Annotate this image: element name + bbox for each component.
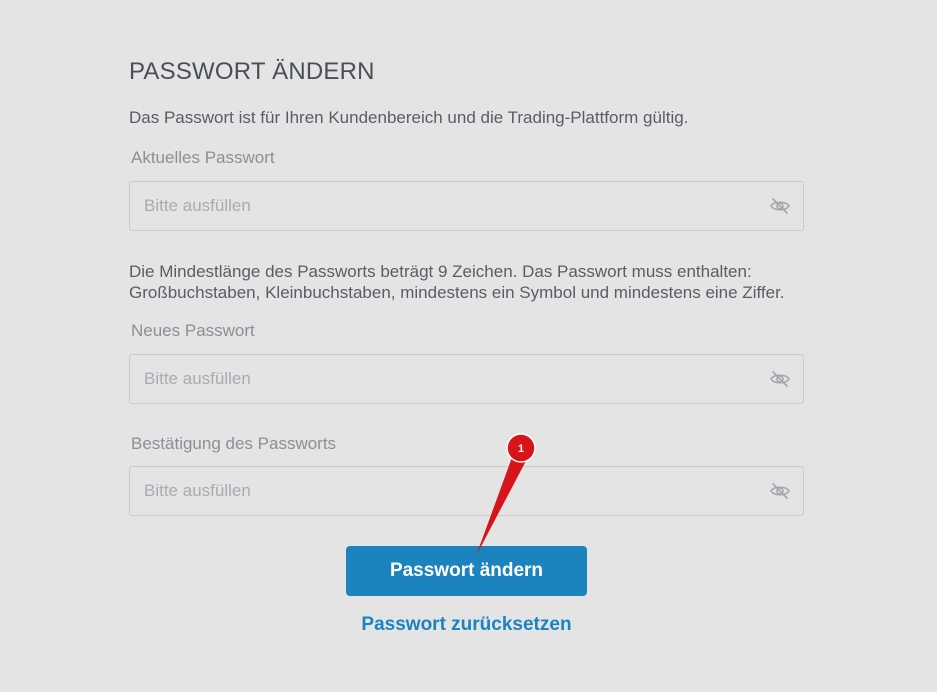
change-password-button[interactable]: Passwort ändern [346, 546, 587, 596]
intro-text: Das Passwort ist für Ihren Kundenbereich… [129, 108, 689, 127]
confirm-password-label: Bestätigung des Passworts [131, 434, 337, 453]
annotation-badge-number: 1 [518, 443, 524, 455]
page-title: PASSWORT ÄNDERN [129, 58, 375, 85]
new-password-input[interactable] [130, 355, 744, 403]
eye-off-icon[interactable] [769, 368, 791, 390]
confirm-password-input[interactable] [130, 467, 744, 515]
confirm-password-field [129, 466, 804, 516]
current-password-label: Aktuelles Passwort [131, 148, 275, 167]
annotation-badge [506, 433, 536, 463]
eye-off-icon[interactable] [769, 480, 791, 502]
new-password-field [129, 354, 804, 404]
reset-password-link[interactable]: Passwort zurücksetzen [346, 614, 587, 636]
new-password-label: Neues Passwort [131, 321, 255, 340]
eye-off-icon[interactable] [769, 195, 791, 217]
password-rules-text: Die Mindestlänge des Passworts beträgt 9… [129, 262, 785, 302]
current-password-input[interactable] [130, 182, 744, 230]
current-password-field [129, 181, 804, 231]
